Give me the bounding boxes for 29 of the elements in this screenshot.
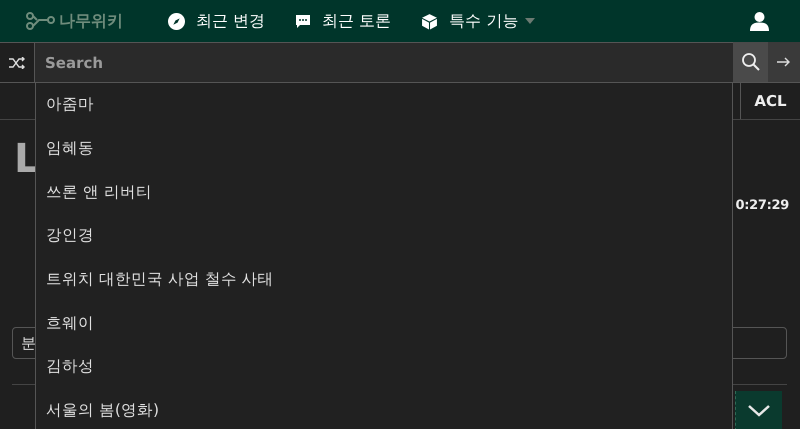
suggestion-item[interactable]: 임혜동 <box>36 126 732 170</box>
logo-text: 나무위키 <box>59 10 123 32</box>
cube-icon <box>421 12 438 30</box>
chevron-down-icon <box>748 405 770 417</box>
chat-bubble-icon <box>295 14 312 28</box>
suggestion-item[interactable]: 서울의 봄(영화) <box>36 388 732 429</box>
nav-link[interactable]: 특수 기능 <box>421 10 536 32</box>
suggestion-item[interactable]: 흐웨이 <box>36 301 732 346</box>
random-button[interactable] <box>0 42 35 82</box>
search-icon <box>742 53 760 71</box>
shuffle-icon <box>9 56 25 68</box>
suggestion-item[interactable]: 쓰론 앤 리버티 <box>36 170 732 214</box>
nav-link[interactable]: 최근 변경 <box>168 10 266 32</box>
tree-branch-icon <box>25 11 55 31</box>
compass-icon <box>168 12 185 30</box>
suggestion-item[interactable]: 강인경 <box>36 214 732 258</box>
person-icon <box>750 11 769 31</box>
expand-button[interactable] <box>735 391 782 429</box>
suggestion-item[interactable]: 김하성 <box>36 345 732 389</box>
search-button[interactable] <box>733 42 768 82</box>
suggestion-item[interactable]: 트위치 대한민국 사업 철수 사태 <box>36 258 732 302</box>
go-button[interactable] <box>768 42 800 82</box>
user-button[interactable] <box>750 11 769 31</box>
search-field[interactable]: Search <box>35 42 733 82</box>
timestamp: 0:27:29 <box>735 198 789 213</box>
suggestion-item[interactable]: 아줌마 <box>36 83 732 127</box>
site-logo[interactable]: 나무위키 <box>25 10 143 32</box>
arrow-right-icon <box>777 57 791 67</box>
nav-link[interactable]: 최근 토론 <box>295 10 392 32</box>
